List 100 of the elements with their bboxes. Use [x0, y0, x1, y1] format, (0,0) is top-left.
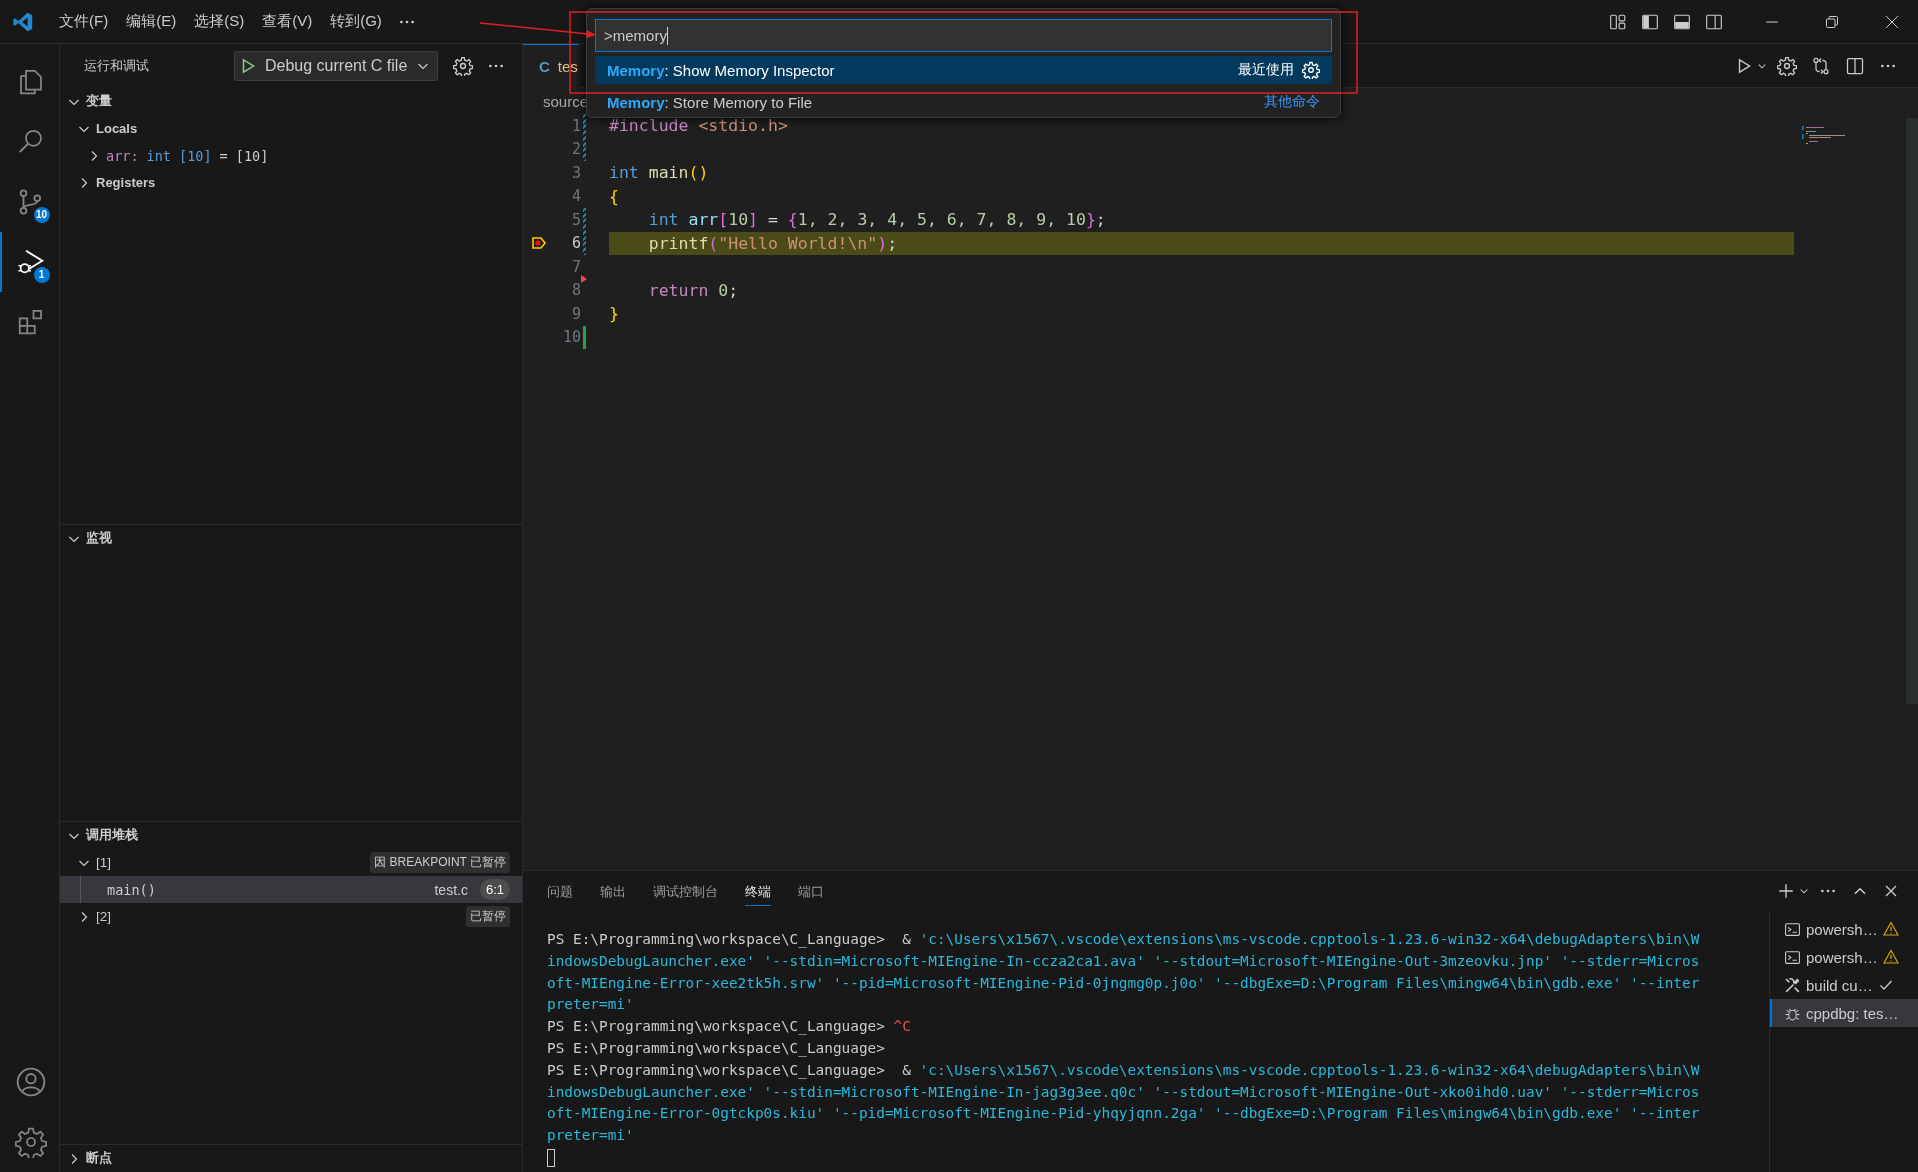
added-line-marker: [583, 325, 586, 349]
terminal-line: PS E:\Programming\workspace\C_Language> & 'c:\Users\x1567\.vscode\extensions\ms-vscode.cpptools-1.23.6-win32-x64\debugAdapters\bin\W: [547, 1060, 1701, 1081]
frame-position: 6:1: [479, 879, 510, 900]
restore-icon[interactable]: [1824, 13, 1840, 30]
app-logo-icon: [12, 10, 34, 33]
terminal-line: PS E:\Programming\workspace\C_Language> ^C: [547, 1017, 912, 1037]
thread-label[interactable]: [1]: [96, 855, 111, 870]
terminal-line: preter=mi': [547, 995, 635, 1015]
line-number: 3: [570, 163, 581, 182]
menu-item[interactable]: 查看(V): [253, 8, 322, 35]
section-title[interactable]: 断点: [86, 1150, 112, 1167]
sidebar-toggle-icon[interactable]: [1641, 12, 1659, 31]
terminal-label[interactable]: cppdbg: tes…: [1806, 1004, 1899, 1022]
paused-breakpoint-icon[interactable]: [531, 235, 547, 252]
breadcrumb[interactable]: source: [543, 92, 589, 110]
terminal-item[interactable]: build cu…: [1770, 971, 1918, 999]
menu-item[interactable]: 文件(F): [50, 8, 118, 35]
terminal-line: oft-MIEngine-Error-xee2tk5h.srw' '--pid=Microsoft-MIEngine-Pid-0jngmg0p.j0o' '--dbgExe=D:\Program Files\mingw64\bin\gdb.exe' '--inter: [547, 973, 1701, 993]
section-header[interactable]: 监视: [60, 525, 522, 552]
terminal-label[interactable]: powersh…: [1806, 920, 1878, 938]
section-header[interactable]: 调用堆栈: [60, 822, 522, 849]
menu-item[interactable]: 编辑(E): [117, 8, 186, 35]
panel-tab[interactable]: 端口: [798, 876, 824, 906]
settings-icon[interactable]: [453, 56, 474, 76]
code-line: int arr[10] = {1, 2, 3, 4, 5, 6, 7, 8, 9, 10};: [647, 210, 1106, 230]
terminal-icon: [1784, 948, 1801, 966]
thread-status: 因 BREAKPOINT 已暂停: [370, 852, 510, 873]
frame-name: main(): [107, 881, 156, 898]
panel-tab[interactable]: 输出: [600, 876, 626, 906]
code-line: #include <stdio.h>: [609, 116, 788, 136]
command-item[interactable]: Memory: Show Memory Inspector 最近使用: [595, 56, 1332, 84]
variable-type: int [10]: [146, 147, 212, 164]
section-header[interactable]: 断点: [60, 1145, 522, 1172]
layout-icon[interactable]: [1609, 12, 1627, 31]
terminal-label[interactable]: build cu…: [1806, 976, 1873, 994]
line-number: 2: [570, 140, 581, 159]
line-number: 5: [570, 210, 581, 229]
terminal-line: PS E:\Programming\workspace\C_Language> & 'c:\Users\x1567\.vscode\extensions\ms-vscode.cpptools-1.23.6-win32-x64\debugAdapters\bin\W: [547, 930, 1701, 950]
section-title[interactable]: 监视: [86, 530, 112, 547]
secondary-sidebar-icon[interactable]: [1705, 12, 1723, 31]
command-input[interactable]: >memory: [595, 19, 1332, 52]
variable-name: arr:: [106, 147, 139, 164]
menu-item[interactable]: 选择(S): [185, 8, 254, 35]
stack-frame[interactable]: main() test.c 6:1: [60, 876, 522, 903]
account-icon[interactable]: [14, 1066, 47, 1098]
line-number: 7: [570, 257, 581, 276]
code-line: }: [609, 304, 619, 324]
split-editor-icon[interactable]: [1845, 55, 1865, 76]
terminal-item[interactable]: cppdbg: tes…: [1770, 999, 1918, 1027]
activity-item[interactable]: 10: [0, 172, 60, 232]
section-header[interactable]: 变量: [60, 88, 522, 115]
terminal-line: indowsDebugLauncher.exe' '--stdin=Microsoft-MIEngine-In-jag3g3ee.q0c' '--stdout=Microsoft-MIEngine-Out-xko0ihd0.uav' '--stderr=Micros: [547, 1082, 1701, 1102]
command-label[interactable]: Memory: Store Memory to File: [607, 93, 813, 111]
close-icon[interactable]: [1883, 883, 1899, 899]
frame-file: test.c: [434, 881, 468, 898]
scope-label[interactable]: Locals: [96, 121, 138, 136]
sidebar-title: 运行和调试: [84, 57, 150, 75]
line-number: 10: [561, 328, 581, 347]
command-item[interactable]: Memory: Store Memory to File 其他命令: [595, 88, 1332, 116]
panel-tab[interactable]: 问题: [547, 876, 573, 906]
thread-label[interactable]: [2]: [96, 909, 111, 924]
panel-tab[interactable]: 调试控制台: [653, 876, 718, 906]
section-title[interactable]: 变量: [86, 93, 112, 110]
other-commands-link[interactable]: 其他命令: [1264, 93, 1320, 111]
compare-icon[interactable]: [1811, 55, 1831, 76]
terminal-label[interactable]: powersh…: [1806, 948, 1878, 966]
variable-value: = [10]: [219, 147, 269, 164]
debug-config-dropdown[interactable]: Debug current C file: [234, 51, 439, 81]
panel-tab[interactable]: 终端: [745, 876, 771, 906]
debug-config-label[interactable]: Debug current C file: [265, 57, 408, 75]
settings-icon[interactable]: [14, 1126, 47, 1158]
command-label[interactable]: Memory: Show Memory Inspector: [607, 61, 835, 79]
panel-toggle-icon[interactable]: [1673, 12, 1691, 31]
line-number: 8: [570, 281, 581, 300]
terminal-item[interactable]: powersh…: [1770, 915, 1918, 943]
code-line: int main(): [609, 163, 709, 183]
terminal-line: indowsDebugLauncher.exe' '--stdin=Microsoft-MIEngine-In-ccza2ca1.ava' '--stdout=Microsoft-MIEngine-Out-3mzeovku.jnp' '--stderr=Micros: [547, 951, 1701, 971]
thread-status: 已暂停: [466, 906, 510, 927]
deleted-line-marker: [581, 274, 587, 283]
settings-icon[interactable]: [1777, 55, 1797, 76]
language-label: C: [539, 57, 550, 75]
recently-used-label: 最近使用: [1238, 61, 1294, 79]
terminal-line: preter=mi': [547, 1126, 635, 1146]
terminal-line: oft-MIEngine-Error-0gtckp0s.kiu' '--pid=Microsoft-MIEngine-Pid-yhqyjqnn.2ga' '--dbgExe=D:\Program Files\mingw64\bin\gdb.exe' '--inter: [547, 1104, 1701, 1124]
line-number: 4: [570, 187, 581, 206]
close-icon[interactable]: [1884, 13, 1900, 30]
terminal-cursor: [547, 1148, 555, 1167]
terminal-icon: [1784, 920, 1801, 938]
code-line: {: [609, 186, 619, 206]
plus-icon[interactable]: [1777, 882, 1795, 900]
scope-label[interactable]: Registers: [96, 175, 156, 190]
terminal-line: PS E:\Programming\workspace\C_Language>: [547, 1039, 886, 1059]
section-title[interactable]: 调用堆栈: [86, 827, 138, 844]
menu-item[interactable]: 转到(G): [321, 8, 391, 35]
line-number: 1: [570, 116, 581, 135]
terminal-item[interactable]: powersh…: [1770, 943, 1918, 971]
code-line: printf("Hello World!\n");: [647, 233, 898, 253]
tools-icon: [1784, 976, 1801, 994]
activity-item[interactable]: 1: [0, 232, 60, 292]
line-number: 9: [570, 304, 581, 323]
